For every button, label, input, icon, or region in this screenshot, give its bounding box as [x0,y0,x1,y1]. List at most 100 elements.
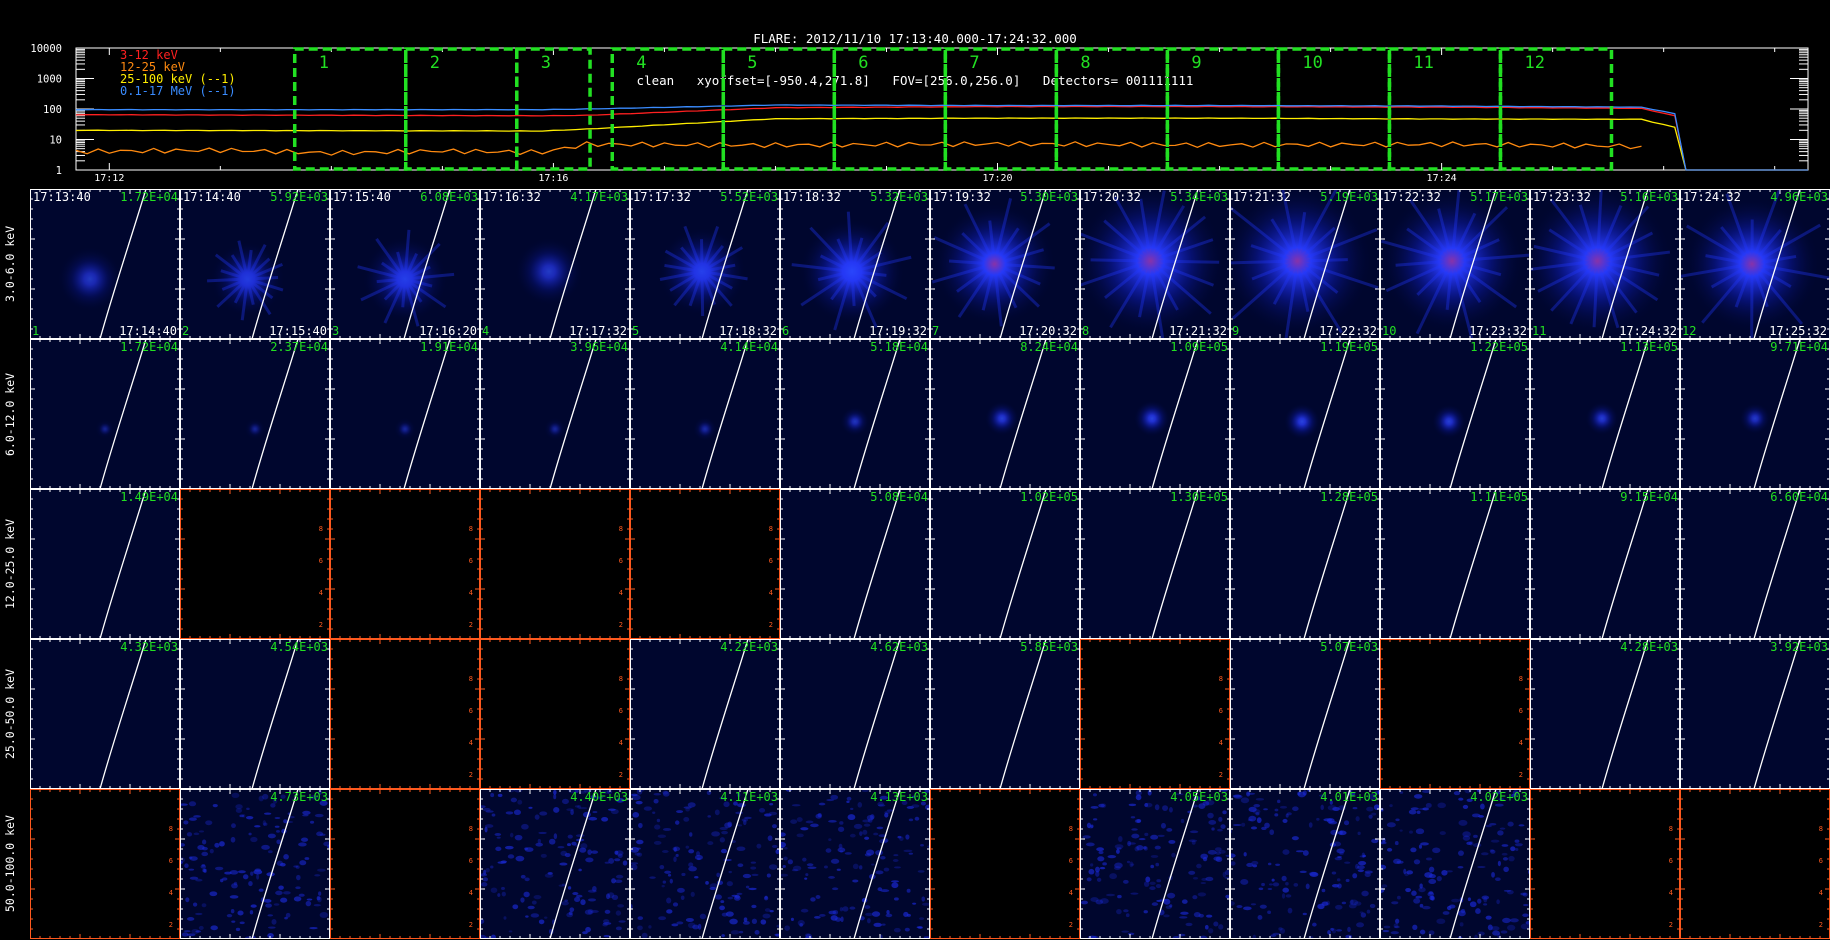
interval-label: 5 [747,53,757,73]
noise-speck [787,859,793,865]
panel-ticks: 2 4 6 8 [1380,639,1530,789]
noise-speck [265,903,272,908]
axis-number: 4 [319,589,323,597]
panel-peak-value: 6.60E+04 [1770,490,1828,504]
axis-number: 6 [619,557,623,565]
noise-speck [490,887,498,893]
interval-label: 12 [1524,53,1544,73]
noise-speck [711,831,720,837]
noise-speck [893,927,901,933]
noise-speck [1366,909,1371,914]
empty-image-panel: 2 4 6 8 [30,789,180,939]
noise-speck [299,860,307,866]
panel-interval-index: 4 [482,324,490,338]
noise-speck [632,812,640,818]
noise-speck [237,910,244,916]
panel-interval-index: 1 [32,324,40,338]
empty-image-panel: 2 4 6 8 [1380,639,1530,789]
noise-speck [1500,930,1508,934]
noise-speck [1281,875,1287,882]
noise-speck [750,861,757,864]
noise-speck [1102,862,1107,866]
noise-speck [912,902,917,905]
noise-speck [496,836,501,839]
noise-speck [1276,799,1281,804]
noise-speck [491,813,496,817]
noise-speck [1507,924,1516,931]
noise-speck [1207,849,1217,855]
noise-speck [667,873,672,877]
panel-canvas [780,489,930,639]
noise-speck [1150,864,1155,869]
noise-speck [1369,903,1376,909]
panel-canvas [1230,489,1380,639]
noise-speck [1144,832,1149,837]
image-panel: 5.08E+04 [780,489,930,639]
noise-speck [1160,822,1166,829]
noise-speck [1279,928,1286,934]
noise-speck [1508,855,1515,862]
panel-canvas [1380,189,1530,339]
noise-speck [735,811,744,815]
noise-speck [1208,928,1214,934]
noise-speck [908,852,914,855]
panel-peak-value: 4.13E+03 [870,790,928,804]
noise-speck [676,921,684,925]
noise-speck [559,862,568,866]
noise-speck [818,802,826,806]
noise-speck [317,896,322,903]
panel-peak-value: 5.08E+04 [870,490,928,504]
noise-speck [1335,904,1343,910]
panel-frame [630,339,780,489]
noise-speck [1149,886,1156,891]
panel-peak-value: 4.62E+03 [870,640,928,654]
panel-peak-value: 1.28E+05 [1320,490,1378,504]
noise-speck [481,882,488,887]
image-panel: 5.92E+03 17:14:40 17:15:40 2 [180,189,330,339]
source-blob [840,406,870,437]
noise-speck [920,843,924,847]
noise-speck [870,814,875,820]
image-panel: 4.32E+03 [30,639,180,789]
noise-speck [263,812,272,815]
image-panel: 5.32E+03 17:18:32 17:19:32 6 [780,189,930,339]
panel-canvas [930,489,1080,639]
panel-canvas: 2 4 6 8 [1080,639,1230,789]
noise-speck [859,831,863,836]
noise-speck [784,847,788,850]
axis-number: 4 [1219,739,1223,747]
noise-speck [561,798,569,805]
noise-speck [849,906,856,910]
noise-speck [754,930,760,935]
noise-speck [602,922,612,925]
panel-canvas [1680,489,1830,639]
noise-speck [1428,930,1435,936]
noise-speck [1246,791,1251,797]
panel-start-time: 17:24:32 [1683,190,1741,204]
noise-speck [654,824,661,830]
panel-canvas [1380,489,1530,639]
noise-speck [1114,862,1123,869]
image-panel: 5.17E+03 17:22:32 17:23:32 10 [1380,189,1530,339]
panel-canvas [630,639,780,789]
panel-peak-value: 3.92E+03 [1770,640,1828,654]
axis-number: 6 [469,707,473,715]
noise-speck [921,896,926,902]
noise-speck [1305,883,1310,890]
noise-speck [250,904,257,908]
panel-peak-value: 4.32E+03 [120,640,178,654]
noise-speck [585,857,594,863]
axis-number: 4 [169,889,173,897]
noise-speck [512,904,519,910]
panel-peak-value: 1.49E+04 [120,490,178,504]
panel-start-time: 17:15:40 [333,190,391,204]
panel-canvas [1080,489,1230,639]
noise-speck [1355,816,1360,822]
energy-band-label: 25.0-50.0 keV [3,669,17,760]
noise-speck [903,911,909,918]
x-tick-label: 17:20 [982,173,1012,182]
axis-number: 6 [169,857,173,865]
noise-speck [1179,916,1188,919]
noise-speck [615,874,624,879]
noise-speck [1269,883,1273,886]
